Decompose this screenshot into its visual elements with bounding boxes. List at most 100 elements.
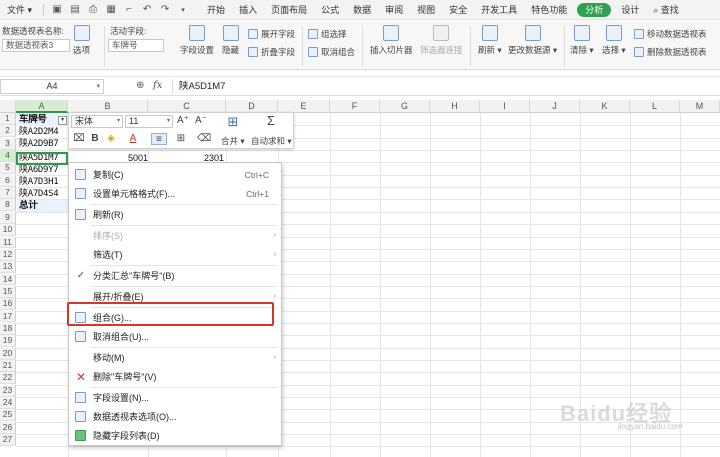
row-header-14[interactable]: 14 [0,273,16,286]
export-icon[interactable]: ▦ [104,3,118,17]
bold-icon[interactable]: B [89,133,101,145]
fill-color-icon[interactable]: ◈ [105,133,117,145]
menu-item-delete-field[interactable]: ✕ 删除"车牌号"(V) [69,368,281,386]
insert-slicer-button[interactable]: 插入切片器 [370,25,413,56]
row-header-15[interactable]: 15 [0,285,16,298]
column-header-l[interactable]: L [630,100,680,113]
print-icon[interactable]: ⎙ [86,3,100,17]
formula-input[interactable]: 陕A5D1M7 [172,79,720,94]
field-settings-button[interactable]: 字段设置 [180,25,214,56]
tab-security[interactable]: 安全 [442,0,474,20]
row-header-17[interactable]: 17 [0,310,16,323]
group-selection-button[interactable]: 组选择 [308,28,347,40]
row-header-8[interactable]: 8 [0,199,16,212]
sigma-icon[interactable]: Σ [265,114,277,127]
row-header-1[interactable]: 1 [0,113,16,125]
cell-a3[interactable]: 陕A2D9B7 [17,138,68,150]
merge-button[interactable]: 合并 ▾ [221,135,245,147]
cell-a2[interactable]: 陕A2D2M4 [17,126,68,138]
tab-formulas[interactable]: 公式 [314,0,346,20]
clear-format-icon[interactable]: ⌫ [197,133,211,145]
tab-home[interactable]: 开始 [200,0,232,20]
menu-item-subtotal[interactable]: ✓ 分类汇总"车牌号"(B) [69,267,281,285]
pivot-name-input[interactable]: 数据透视表3 [2,39,70,52]
menu-item-filter[interactable]: 筛选(T) › [69,246,281,264]
borders-icon[interactable]: ⊞ [175,133,187,145]
column-header-j[interactable]: J [530,100,580,113]
search-box[interactable]: ⌕ 查找 [646,0,686,20]
cell-a7[interactable]: 陕A7D4S4 [17,188,68,200]
row-header-2[interactable]: 2 [0,125,16,138]
select-button[interactable]: 选择 ▾ [602,25,626,56]
print-preview-icon[interactable]: ▤ [68,3,82,17]
change-source-button[interactable]: 更改数据源 ▾ [508,25,557,56]
row-header-3[interactable]: 3 [0,137,16,150]
ungroup-button[interactable]: 取消组合 [308,46,355,58]
menu-item-refresh[interactable]: 刷新(R) [69,206,281,224]
menu-item-hide-field-list[interactable]: 隐藏字段列表(D) [69,427,281,445]
refresh-button[interactable]: 刷新 ▾ [478,25,502,56]
delete-pivot-button[interactable]: 删除数据透视表 [634,46,707,58]
column-header-a[interactable]: A [16,100,68,113]
zoom-icon[interactable]: ⊕ [136,80,144,91]
font-color-icon[interactable]: A [127,133,139,145]
row-header-24[interactable]: 24 [0,397,16,409]
row-header-20[interactable]: 20 [0,347,16,360]
row-header-5[interactable]: 5 [0,162,16,175]
cell-a8[interactable]: 总计 [17,200,68,212]
cell-a6[interactable]: 陕A7D3H1 [17,176,68,188]
row-header-4[interactable]: 4 [0,150,16,162]
menu-item-pivot-options[interactable]: 数据透视表选项(O)... [69,408,281,426]
row-header-6[interactable]: 6 [0,174,16,187]
tab-insert[interactable]: 插入 [232,0,264,20]
filter-dropdown-button[interactable]: ▾ [58,116,67,125]
decrease-font-icon[interactable]: A⁻ [195,115,207,127]
move-pivot-button[interactable]: 移动数据透视表 [634,28,707,40]
row-header-18[interactable]: 18 [0,322,16,335]
row-header-25[interactable]: 25 [0,409,16,422]
file-menu[interactable]: 文件 ▾ [0,0,39,20]
increase-font-icon[interactable]: A⁺ [177,115,189,127]
menu-item-copy[interactable]: 复制(C) Ctrl+C [69,166,281,184]
format-painter-icon[interactable]: ⌧ [73,133,85,145]
column-header-i[interactable]: I [480,100,530,113]
tab-page-layout[interactable]: 页面布局 [264,0,314,20]
row-header-26[interactable]: 26 [0,421,16,434]
hide-button[interactable]: 隐藏 [222,25,239,56]
row-header-7[interactable]: 7 [0,187,16,199]
menu-item-move[interactable]: 移动(M) › [69,349,281,367]
merge-icon[interactable]: ⊞ [227,115,239,128]
collapse-field-button[interactable]: 折叠字段 [248,46,295,58]
row-header-21[interactable]: 21 [0,360,16,372]
row-header-13[interactable]: 13 [0,261,16,274]
column-header-m[interactable]: M [680,100,720,113]
font-size-select[interactable]: 11 ▾ [125,115,173,128]
column-header-k[interactable]: K [580,100,630,113]
column-header-g[interactable]: G [380,100,430,113]
clear-button[interactable]: 清除 ▾ [570,25,594,56]
filter-connection-button[interactable]: 筛选器连接 [420,25,463,56]
undo-icon[interactable]: ↶ [140,3,154,17]
row-header-12[interactable]: 12 [0,248,16,261]
menu-item-format-cells[interactable]: 设置单元格格式(F)... Ctrl+1 [69,185,281,203]
save-icon[interactable]: ▣ [50,3,64,17]
redo-icon[interactable]: ↷ [158,3,172,17]
menu-item-sort[interactable]: 排序(S) › [69,227,281,245]
align-center-icon[interactable]: ≡ [151,133,167,145]
menu-item-field-settings[interactable]: 字段设置(N)... [69,389,281,407]
name-box[interactable]: A4 ▾ [0,79,104,94]
tab-review[interactable]: 审阅 [378,0,410,20]
active-field-input[interactable]: 车牌号 [108,39,164,52]
tab-view[interactable]: 视图 [410,0,442,20]
format-painter-icon[interactable]: ⌐ [122,3,136,17]
row-header-22[interactable]: 22 [0,372,16,385]
tab-data[interactable]: 数据 [346,0,378,20]
fx-icon[interactable]: fx [153,80,162,91]
column-header-f[interactable]: F [330,100,380,113]
row-header-16[interactable]: 16 [0,298,16,311]
options-button[interactable]: 选项 [73,25,90,56]
select-all-corner[interactable] [0,100,16,113]
row-header-27[interactable]: 27 [0,434,16,446]
row-header-9[interactable]: 9 [0,211,16,224]
row-header-19[interactable]: 19 [0,335,16,348]
